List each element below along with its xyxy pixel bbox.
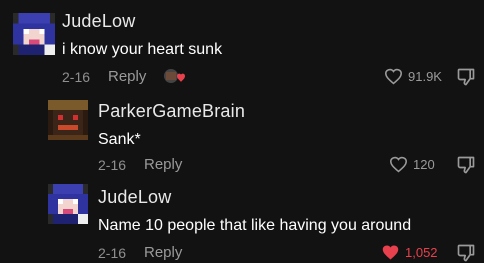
- dislike-icon: [457, 156, 475, 174]
- like-button[interactable]: 120: [389, 156, 435, 173]
- reply-button[interactable]: Reply: [144, 244, 182, 261]
- username[interactable]: JudeLow: [62, 11, 135, 32]
- comment-date: 2-16: [62, 69, 91, 85]
- avatar[interactable]: [13, 13, 55, 55]
- heart-filled-icon: [382, 245, 399, 260]
- like-count: 91.9K: [408, 69, 442, 84]
- like-button[interactable]: 91.9K: [384, 68, 442, 85]
- like-button[interactable]: 1,052: [381, 244, 438, 261]
- heart-outline-icon: [389, 156, 408, 173]
- avatar[interactable]: [48, 100, 88, 140]
- comment-text: Name 10 people that like having you arou…: [98, 217, 412, 234]
- dislike-icon: [457, 68, 475, 86]
- like-count: 1,052: [405, 245, 438, 260]
- dislike-button[interactable]: [456, 67, 476, 87]
- dislike-button[interactable]: [456, 243, 476, 263]
- username[interactable]: JudeLow: [98, 187, 171, 208]
- creator-reaction-icon: [163, 68, 189, 84]
- like-count: 120: [413, 157, 435, 172]
- reply-button[interactable]: Reply: [108, 68, 146, 85]
- comment-text: i know your heart sunk: [62, 41, 223, 58]
- reply-button[interactable]: Reply: [144, 156, 182, 173]
- heart-outline-icon: [384, 68, 403, 85]
- comment-text: Sank*: [98, 131, 141, 148]
- avatar[interactable]: [48, 184, 88, 224]
- dislike-button[interactable]: [456, 155, 476, 175]
- username[interactable]: ParkerGameBrain: [98, 101, 245, 122]
- dislike-icon: [457, 244, 475, 262]
- comment-date: 2-16: [98, 245, 127, 261]
- comment-date: 2-16: [98, 157, 127, 173]
